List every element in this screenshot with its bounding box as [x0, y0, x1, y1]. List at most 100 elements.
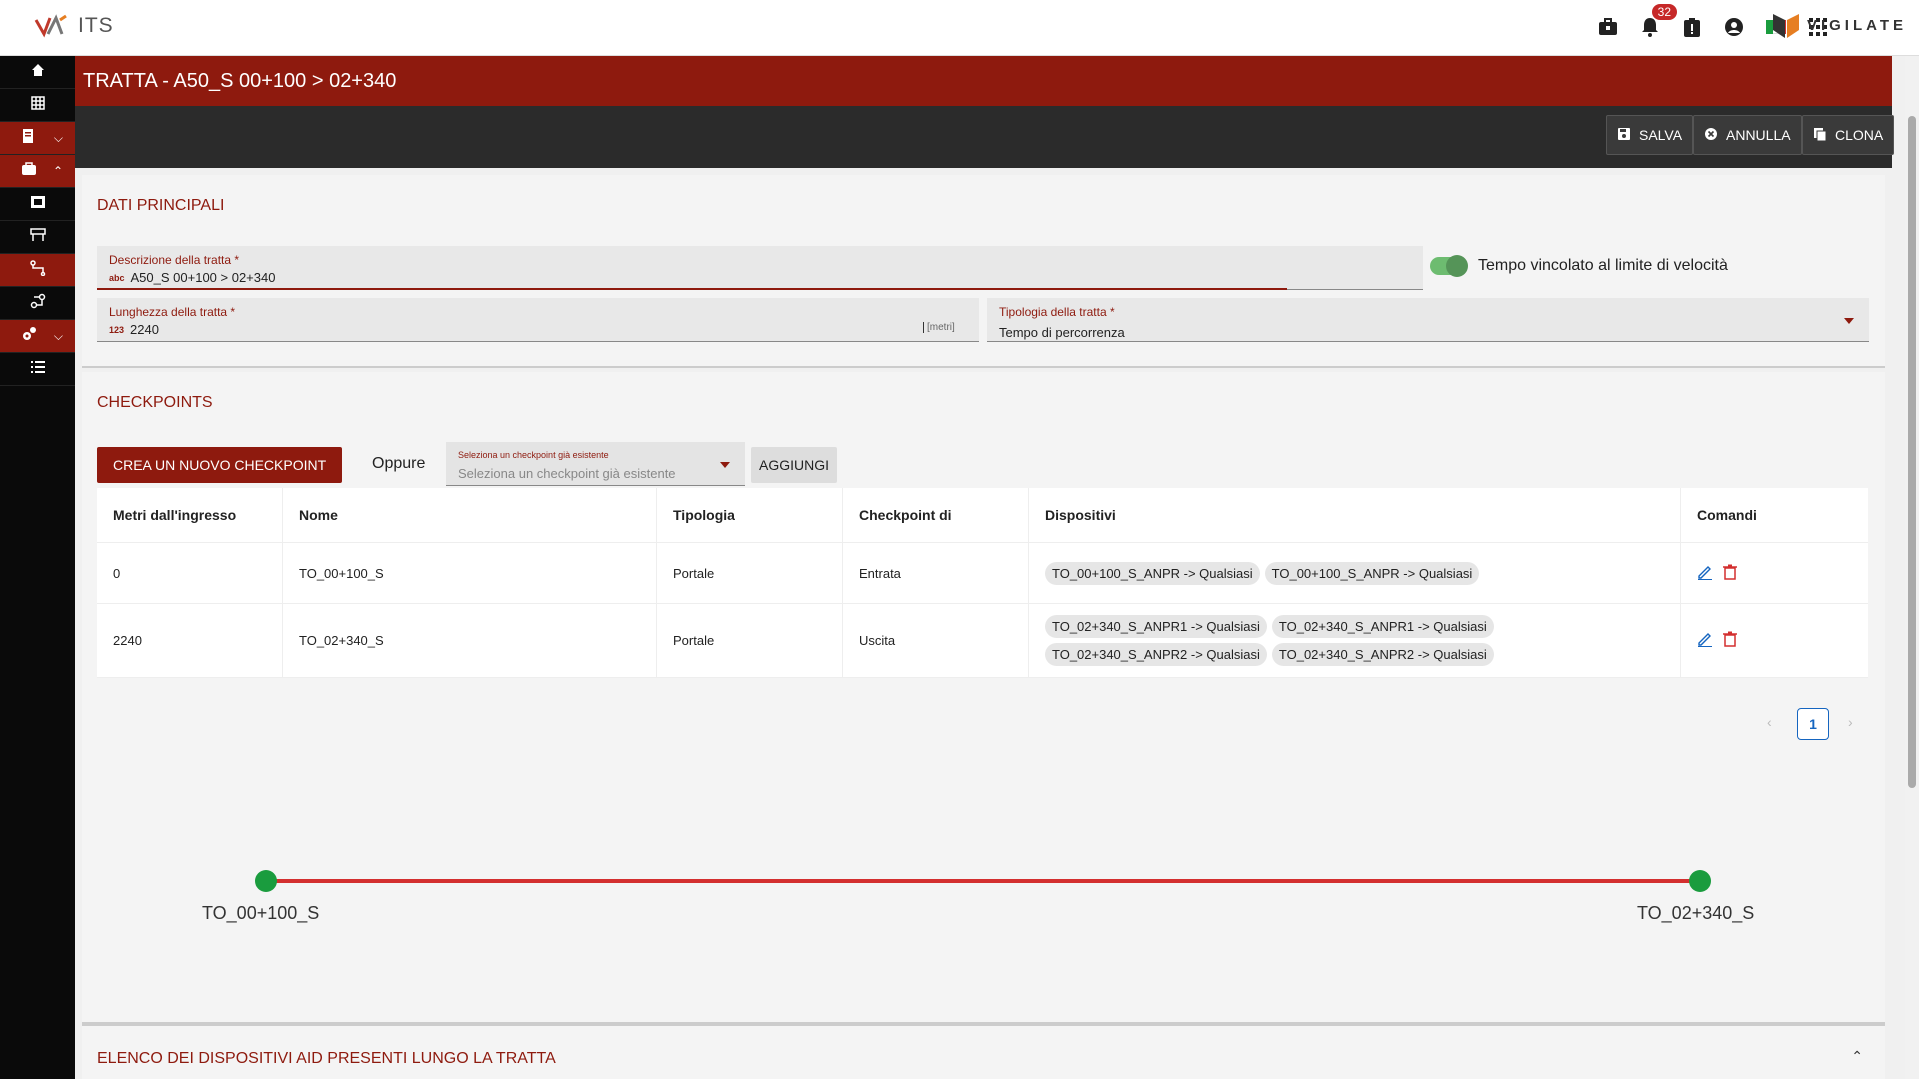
column-header: Tipologia: [657, 488, 843, 542]
sidebar-item-devices[interactable]: ⌃: [0, 155, 75, 188]
gantry-icon: [29, 227, 46, 247]
table-header: Metri dall'ingresso Nome Tipologia Check…: [97, 488, 1868, 543]
pagination-prev-icon[interactable]: ‹: [1767, 714, 1772, 730]
vigilate-logo-icon: [1772, 14, 1799, 38]
existing-checkpoint-label: Seleziona un checkpoint già esistente: [458, 450, 609, 460]
network-icon: [30, 293, 46, 314]
cell-commands: [1681, 604, 1868, 677]
route-type-label: Tipologia della tratta *: [999, 305, 1115, 319]
cell-type: Portale: [657, 604, 843, 677]
description-label: Descrizione della tratta *: [109, 253, 240, 267]
speed-limit-toggle[interactable]: [1430, 255, 1468, 277]
scrollbar[interactable]: [1905, 56, 1919, 1079]
its-logo-icon: [34, 14, 67, 38]
edit-icon[interactable]: [1697, 564, 1713, 583]
length-value: 2240: [130, 322, 159, 337]
device-chip[interactable]: TO_02+340_S_ANPR2 -> Qualsiasi: [1271, 643, 1494, 666]
create-checkpoint-button[interactable]: CREA UN NUOVO CHECKPOINT: [97, 447, 343, 483]
column-header: Metri dall'ingresso: [97, 488, 283, 542]
app-name: ITS: [78, 14, 114, 37]
sidebar: ⌵ ⌃ ⌵: [0, 56, 75, 1079]
length-label: Lunghezza della tratta *: [109, 305, 236, 319]
description-field[interactable]: Descrizione della tratta * abc A50_S 00+1…: [97, 246, 1423, 290]
route-icon: [29, 259, 46, 281]
sidebar-item-settings[interactable]: ⌵: [0, 320, 75, 353]
sidebar-item-route[interactable]: [0, 254, 75, 287]
delete-icon[interactable]: [1723, 564, 1737, 583]
sidebar-item-home[interactable]: [0, 56, 75, 89]
save-icon: [1617, 127, 1631, 144]
chevron-up-icon[interactable]: ⌃: [1851, 1048, 1863, 1065]
cell-checkpoint-of: Entrata: [843, 543, 1029, 603]
checkpoints-table: Metri dall'ingresso Nome Tipologia Check…: [97, 488, 1868, 678]
table-row[interactable]: 2240 TO_02+340_S Portale Uscita TO_02+34…: [97, 604, 1868, 678]
delete-icon[interactable]: [1723, 631, 1737, 650]
existing-checkpoint-select[interactable]: Seleziona un checkpoint già esistente Se…: [446, 442, 745, 486]
speed-limit-toggle-label: Tempo vincolato al limite di velocità: [1478, 257, 1728, 274]
section-title-main-data: DATI PRINCIPALI: [97, 197, 225, 214]
chevron-up-icon: ⌃: [52, 164, 63, 178]
sidebar-item-gantry[interactable]: [0, 221, 75, 254]
sidebar-item-reports[interactable]: ⌵: [0, 122, 75, 155]
cell-devices: TO_02+340_S_ANPR1 -> Qualsiasi TO_02+340…: [1029, 604, 1681, 677]
scrollbar-thumb[interactable]: [1908, 116, 1916, 788]
cell-name: TO_00+100_S: [283, 543, 657, 603]
device-chip[interactable]: TO_02+340_S_ANPR1 -> Qualsiasi: [1045, 615, 1267, 638]
or-text: Oppure: [372, 455, 426, 472]
section-title-checkpoints: CHECKPOINTS: [97, 394, 213, 411]
route-timeline-line: [266, 879, 1700, 883]
number-type-icon: 123: [109, 324, 125, 335]
camera-icon: [30, 195, 46, 214]
save-button[interactable]: SALVA: [1606, 115, 1694, 155]
clone-button[interactable]: CLONA: [1802, 115, 1895, 155]
text-type-icon: abc: [109, 272, 125, 283]
pagination-page-button[interactable]: 1: [1797, 708, 1829, 740]
page-title: TRATTA - A50_S 00+100 > 02+340: [83, 70, 397, 92]
sidebar-item-camera[interactable]: [0, 188, 75, 221]
action-bar: SALVA ANNULLA CLONA: [75, 106, 1895, 168]
gears-icon: [21, 326, 37, 347]
checkpoint-end-marker[interactable]: [1689, 870, 1711, 892]
sidebar-item-table[interactable]: [0, 89, 75, 122]
timeline-start-label: TO_00+100_S: [202, 903, 320, 923]
cell-devices: TO_00+100_S_ANPR -> Qualsiasi TO_00+100_…: [1029, 543, 1681, 603]
pagination-next-icon[interactable]: ›: [1848, 714, 1853, 730]
device-chip[interactable]: TO_02+340_S_ANPR1 -> Qualsiasi: [1271, 615, 1494, 638]
existing-checkpoint-placeholder: Seleziona un checkpoint già esistente: [458, 466, 676, 481]
report-icon: [22, 128, 36, 149]
account-icon[interactable]: [1723, 16, 1745, 38]
device-chip[interactable]: TO_00+100_S_ANPR -> Qualsiasi: [1264, 561, 1480, 585]
checkpoint-start-marker[interactable]: [255, 870, 277, 892]
route-type-select[interactable]: Tipologia della tratta * Tempo di percor…: [987, 298, 1869, 342]
toolbox-icon[interactable]: [1597, 16, 1619, 38]
cell-type: Portale: [657, 543, 843, 603]
devices-icon: [21, 161, 37, 181]
edit-icon[interactable]: [1697, 631, 1713, 650]
length-field[interactable]: Lunghezza della tratta * 123 2240 [metri]: [97, 298, 979, 342]
its-logo[interactable]: ITS: [34, 12, 114, 40]
clipboard-alert-icon[interactable]: [1681, 16, 1703, 38]
vigilate-logo: VIGILATE: [1771, 10, 1907, 40]
focus-underline: [97, 288, 1287, 290]
section-title-aid-devices: ELENCO DEI DISPOSITIVI AID PRESENTI LUNG…: [97, 1050, 556, 1067]
route-type-value: Tempo di percorrenza: [999, 325, 1125, 340]
notification-badge: 32: [1651, 4, 1677, 20]
column-header: Checkpoint di: [843, 488, 1029, 542]
notifications-bell-icon[interactable]: 32: [1639, 4, 1677, 38]
column-header: Nome: [283, 488, 657, 542]
top-bar: ITS 32 VIGILATE: [0, 0, 1919, 56]
table-row[interactable]: 0 TO_00+100_S Portale Entrata TO_00+100_…: [97, 543, 1868, 604]
checkpoints-card: CHECKPOINTS: [82, 372, 1885, 1024]
cell-name: TO_02+340_S: [283, 604, 657, 677]
add-checkpoint-button[interactable]: AGGIUNGI: [751, 447, 838, 483]
cancel-button[interactable]: ANNULLA: [1693, 115, 1802, 155]
device-chip[interactable]: TO_02+340_S_ANPR2 -> Qualsiasi: [1045, 643, 1267, 666]
sidebar-item-routes-network[interactable]: [0, 287, 75, 320]
aid-devices-card[interactable]: ELENCO DEI DISPOSITIVI AID PRESENTI LUNG…: [82, 1024, 1885, 1079]
column-header: Dispositivi: [1029, 488, 1681, 542]
device-chip[interactable]: TO_00+100_S_ANPR -> Qualsiasi: [1045, 561, 1260, 585]
column-header: Comandi: [1697, 507, 1757, 523]
sidebar-item-list[interactable]: [0, 353, 75, 386]
close-circle-icon: [1704, 127, 1718, 144]
cell-checkpoint-of: Uscita: [843, 604, 1029, 677]
